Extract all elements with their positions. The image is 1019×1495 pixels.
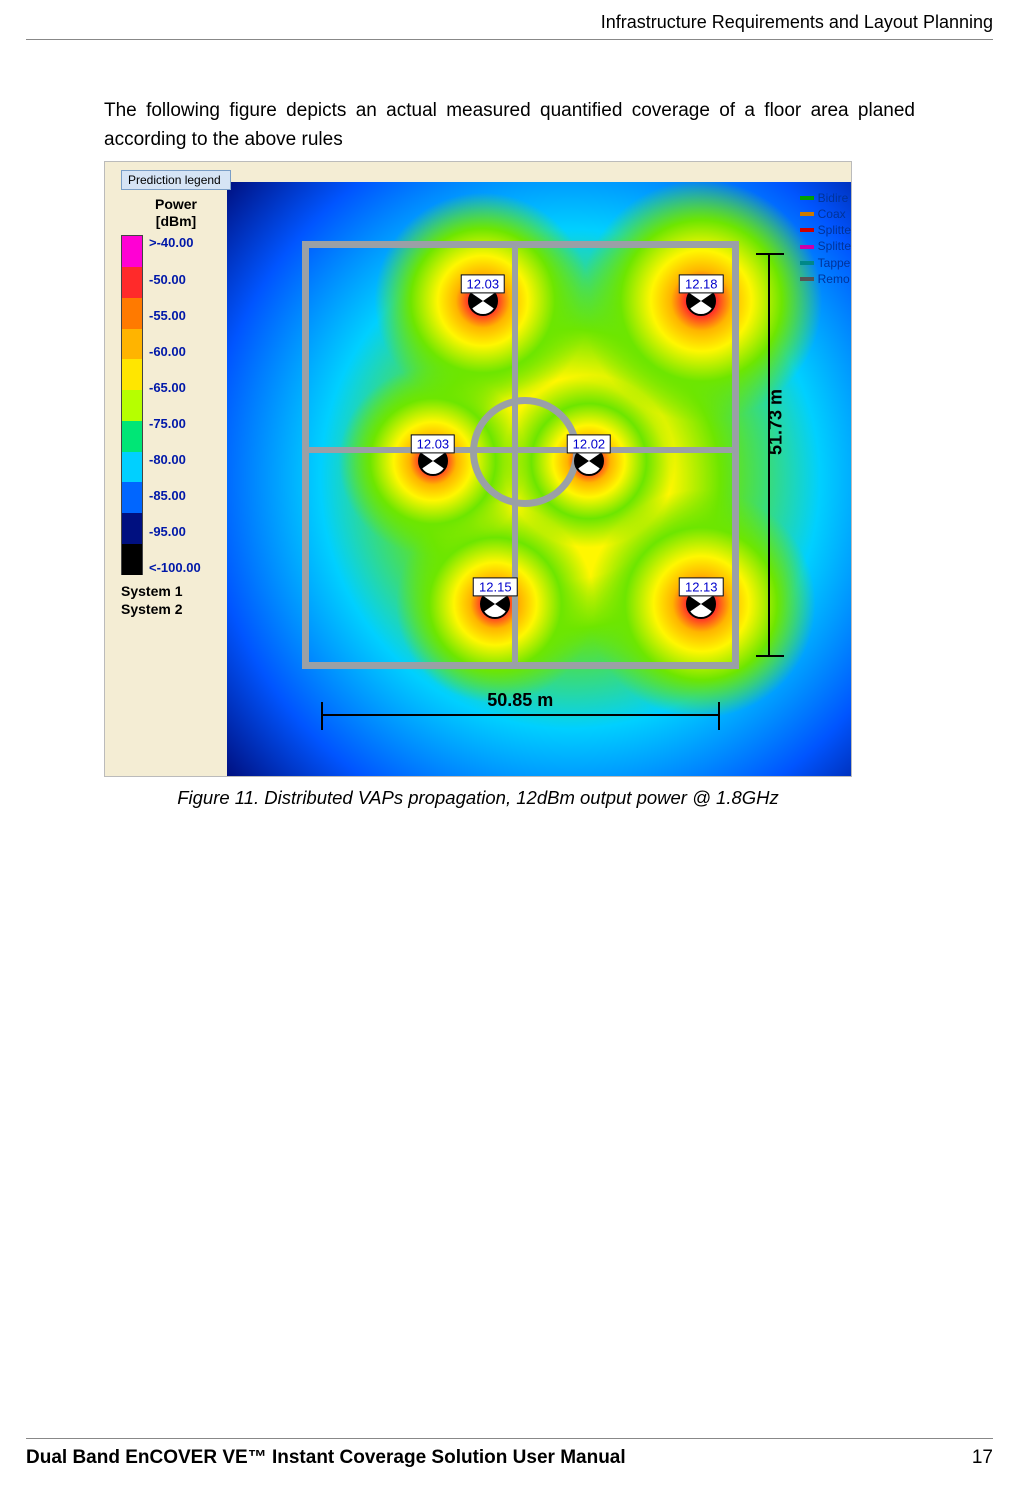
vap-label: 12.02 bbox=[567, 434, 612, 453]
scale-tick: -85.00 bbox=[149, 488, 201, 503]
scale-tick: -65.00 bbox=[149, 380, 201, 395]
legend-title: Prediction legend bbox=[121, 170, 231, 190]
manual-title: Dual Band EnCOVER VE™ Instant Coverage S… bbox=[26, 1447, 626, 1469]
scale-tick: <-100.00 bbox=[149, 560, 201, 575]
dimension-width-label: 50.85 m bbox=[487, 690, 553, 711]
figure-caption: Figure 11. Distributed VAPs propagation,… bbox=[104, 787, 852, 809]
vap-label: 12.13 bbox=[679, 577, 724, 596]
intro-paragraph: The following figure depicts an actual m… bbox=[104, 96, 915, 155]
vap-label: 12.15 bbox=[473, 577, 518, 596]
map-legend-entry: Tappe bbox=[800, 255, 851, 271]
vap-label: 12.03 bbox=[461, 274, 506, 293]
dimension-vertical: 51.73 m bbox=[768, 253, 770, 657]
page-number: 17 bbox=[972, 1447, 993, 1469]
scale-tick: -95.00 bbox=[149, 524, 201, 539]
dimension-height-label: 51.73 m bbox=[765, 389, 786, 455]
scale-tick: >-40.00 bbox=[149, 235, 201, 250]
map-legend-entry: Splitte bbox=[800, 222, 851, 238]
scale-tick: -50.00 bbox=[149, 272, 201, 287]
legend-unit: [dBm] bbox=[121, 213, 231, 230]
section-header: Infrastructure Requirements and Layout P… bbox=[26, 12, 993, 40]
vap-label: 12.18 bbox=[679, 274, 724, 293]
scale-tick: -80.00 bbox=[149, 452, 201, 467]
scale-tick: -60.00 bbox=[149, 344, 201, 359]
map-legend-entry: Remo bbox=[800, 271, 851, 287]
map-legend-cutoff: BidireCoaxSplitteSplitteTappeRemo bbox=[800, 190, 851, 287]
page-footer: Dual Band EnCOVER VE™ Instant Coverage S… bbox=[26, 1438, 993, 1469]
legend-systems: System 1System 2 bbox=[121, 583, 231, 618]
prediction-legend: Prediction legend Power [dBm] >-40.00 -50… bbox=[121, 170, 231, 619]
vap-label: 12.03 bbox=[411, 434, 456, 453]
legend-quantity: Power bbox=[121, 196, 231, 213]
color-scale-bar bbox=[121, 235, 143, 575]
map-legend-entry: Bidire bbox=[800, 190, 851, 206]
coverage-figure: 12.03 12.18 12.03 12.02 12.15 12.13 50.85 m 5… bbox=[104, 161, 852, 777]
legend-system-entry: System 2 bbox=[121, 601, 231, 619]
dimension-horizontal: 50.85 m bbox=[321, 714, 720, 716]
map-legend-entry: Coax bbox=[800, 206, 851, 222]
map-legend-entry: Splitte bbox=[800, 238, 851, 254]
legend-system-entry: System 1 bbox=[121, 583, 231, 601]
color-scale-labels: >-40.00 -50.00 -55.00 -60.00 -65.00 -75.00 -80… bbox=[149, 235, 201, 575]
scale-tick: -55.00 bbox=[149, 308, 201, 323]
scale-tick: -75.00 bbox=[149, 416, 201, 431]
floorplan-walls bbox=[302, 241, 739, 669]
